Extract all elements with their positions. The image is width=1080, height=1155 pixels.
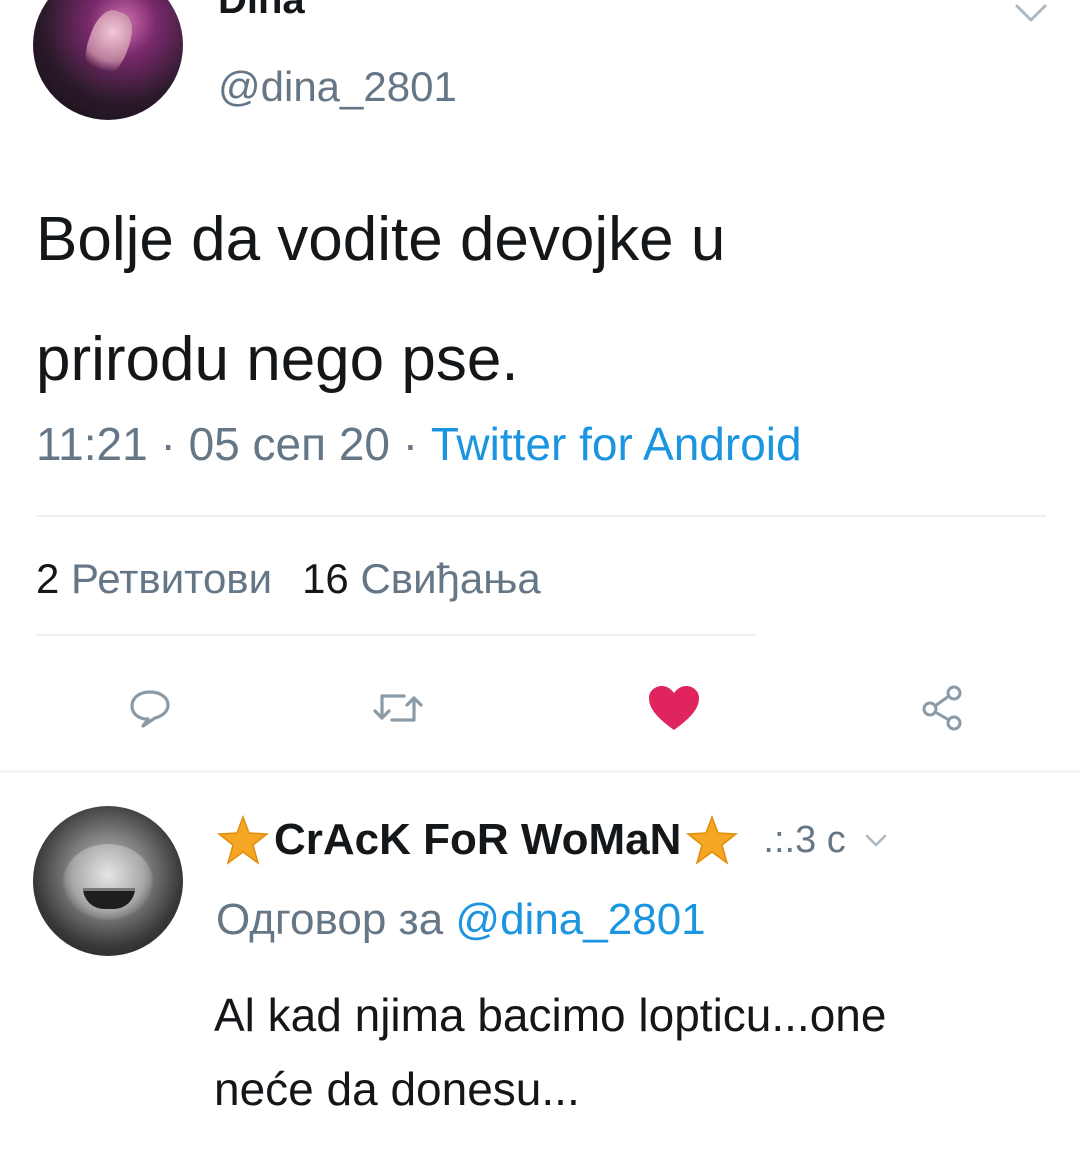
meta-separator: · bbox=[402, 418, 419, 470]
reply-button[interactable] bbox=[122, 680, 178, 736]
retweet-count: 2 bbox=[36, 555, 60, 602]
retweet-icon bbox=[373, 694, 423, 722]
replying-to: Одговор за @dina_2801 bbox=[216, 892, 706, 948]
comment-icon bbox=[130, 690, 170, 728]
author-handle[interactable]: @dina_2801 bbox=[218, 62, 457, 112]
like-button[interactable] bbox=[646, 680, 702, 736]
divider bbox=[0, 770, 1080, 773]
likes-stat[interactable]: 16 Свиђања bbox=[302, 555, 541, 602]
share-icon bbox=[922, 685, 962, 731]
tweet-time: 11:21 bbox=[36, 418, 148, 470]
reply-author-avatar[interactable] bbox=[33, 806, 183, 956]
reply-author-name[interactable]: CrAcK FoR WoMaN bbox=[274, 815, 681, 865]
tweet-date: 05 сеп 20 bbox=[188, 418, 390, 470]
divider bbox=[36, 515, 1046, 517]
tweet-source-link[interactable]: Twitter for Android bbox=[431, 418, 802, 470]
meta-separator: · bbox=[160, 418, 176, 470]
reply-text: Al kad njima bacimo lopticu...one neće d… bbox=[214, 978, 1054, 1126]
author-name[interactable]: Dina bbox=[218, 0, 305, 22]
retweet-button[interactable] bbox=[370, 680, 426, 736]
like-label: Свиђања bbox=[360, 555, 541, 602]
replying-to-label: Одговор за bbox=[216, 895, 444, 944]
mention-link[interactable]: @dina_2801 bbox=[455, 895, 705, 944]
reply-text-line: Al kad njima bacimo lopticu...one bbox=[214, 989, 887, 1041]
reply-header: CrAcK FoR WoMaN .:.3 с bbox=[216, 810, 888, 870]
reply-text-line: neće da donesu... bbox=[214, 1063, 580, 1115]
author-avatar[interactable] bbox=[33, 0, 183, 120]
tweet-text: Bolje da vodite devojke u prirodu nego p… bbox=[36, 180, 1026, 420]
divider bbox=[36, 634, 756, 636]
heart-icon bbox=[649, 686, 699, 730]
reply-time: .:.3 с bbox=[763, 818, 846, 861]
like-count: 16 bbox=[302, 555, 349, 602]
retweet-label: Ретвитови bbox=[71, 555, 273, 602]
tweet-text-line: prirodu nego pse. bbox=[36, 325, 519, 394]
tweet-detail-screen: Dina @dina_2801 Bolje da vodite devojke … bbox=[0, 0, 1080, 1155]
chevron-down-icon[interactable] bbox=[1013, 0, 1049, 26]
chevron-down-icon[interactable] bbox=[864, 831, 888, 849]
share-button[interactable] bbox=[916, 680, 972, 736]
tweet-stats: 2 Ретвитови 16 Свиђања bbox=[36, 553, 541, 605]
tweet-meta: 11:21 · 05 сеп 20 · Twitter for Android bbox=[36, 416, 802, 472]
star-icon bbox=[686, 815, 739, 865]
tweet-text-line: Bolje da vodite devojke u bbox=[36, 205, 726, 274]
retweets-stat[interactable]: 2 Ретвитови bbox=[36, 555, 272, 602]
star-icon bbox=[216, 815, 270, 865]
